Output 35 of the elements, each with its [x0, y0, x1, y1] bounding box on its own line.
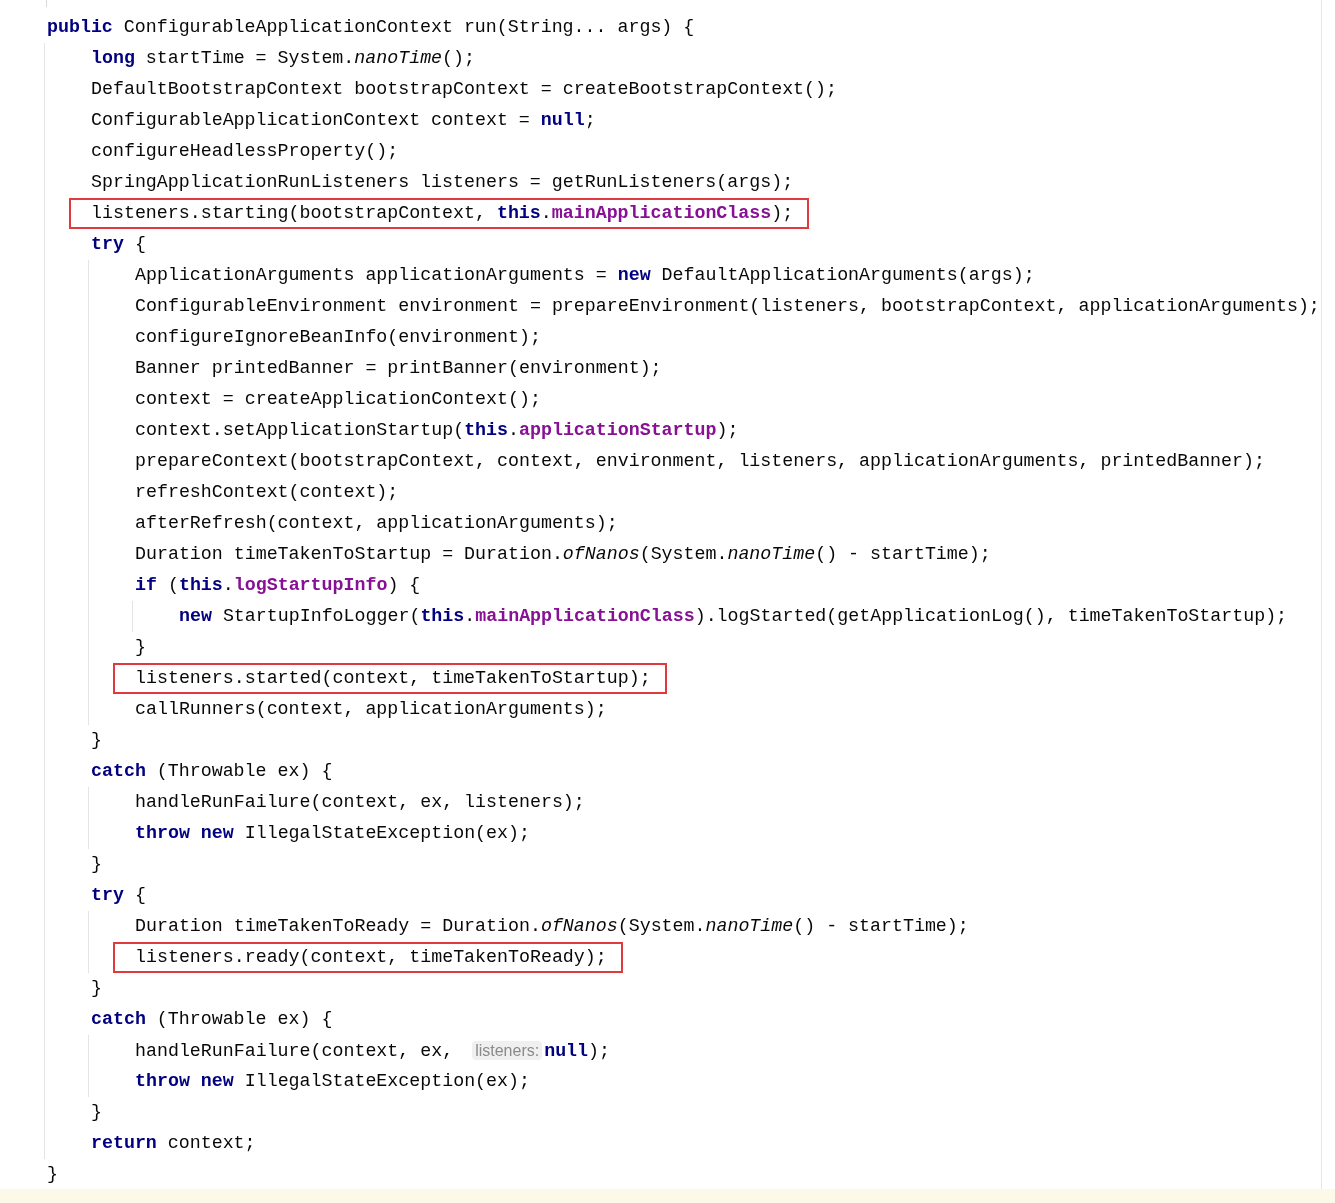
code-line: Duration timeTakenToReady = Duration.ofNanos(System.nanoTime() - startTime);: [135, 915, 969, 938]
code-line: context.setApplicationStartup(this.applicationStartup);: [135, 419, 739, 442]
code-line: configureIgnoreBeanInfo(environment);: [135, 326, 541, 349]
code-line: ApplicationArguments applicationArguments = new DefaultApplicationArguments(args);: [135, 264, 1035, 287]
code-line: prepareContext(bootstrapContext, context, environment, listeners, applicationArguments, printedBanner);: [135, 450, 1265, 473]
code-line: SpringApplicationRunListeners listeners = getRunListeners(args);: [91, 171, 794, 194]
code-line: }: [91, 1101, 102, 1124]
code-line: if (this.logStartupInfo) {: [135, 574, 421, 597]
code-line: ConfigurableApplicationContext context = null;: [91, 109, 596, 132]
code-line: }: [91, 729, 102, 752]
code-line: new StartupInfoLogger(this.mainApplicationClass).logStarted(getApplicationLog(), timeTakenToStartup);: [179, 605, 1288, 628]
code-line: context = createApplicationContext();: [135, 388, 541, 411]
code-line: }: [47, 1163, 58, 1186]
code-line: handleRunFailure(context, ex, listeners: null);: [135, 1039, 610, 1063]
code-line: throw new IllegalStateException(ex);: [135, 1070, 530, 1093]
code-line: DefaultBootstrapContext bootstrapContext = createBootstrapContext();: [91, 78, 837, 101]
code-line: catch (Throwable ex) {: [91, 1008, 333, 1031]
code-line: configureHeadlessProperty();: [91, 140, 399, 163]
code-line: refreshContext(context);: [135, 481, 399, 504]
code-line: try {: [91, 233, 146, 256]
code-line: ConfigurableEnvironment environment = prepareEnvironment(listeners, bootstrapContext, applicationArguments);: [135, 295, 1320, 318]
code-line: callRunners(context, applicationArguments);: [135, 698, 607, 721]
code-line: }: [135, 636, 146, 659]
code-line: }: [91, 977, 102, 1000]
code-line: }: [91, 853, 102, 876]
code-line: Banner printedBanner = printBanner(environment);: [135, 357, 662, 380]
code-line: afterRefresh(context, applicationArguments);: [135, 512, 618, 535]
code-line: try {: [91, 884, 146, 907]
code-line: catch (Throwable ex) {: [91, 760, 333, 783]
code-line: return context;: [91, 1132, 256, 1155]
code-line: handleRunFailure(context, ex, listeners);: [135, 791, 585, 814]
code-line: public ConfigurableApplicationContext run(String... args) {: [47, 16, 695, 39]
code-line: long startTime = System.nanoTime();: [91, 47, 475, 70]
code-line: Duration timeTakenToStartup = Duration.ofNanos(System.nanoTime() - startTime);: [135, 543, 991, 566]
code-line: throw new IllegalStateException(ex);: [135, 822, 530, 845]
